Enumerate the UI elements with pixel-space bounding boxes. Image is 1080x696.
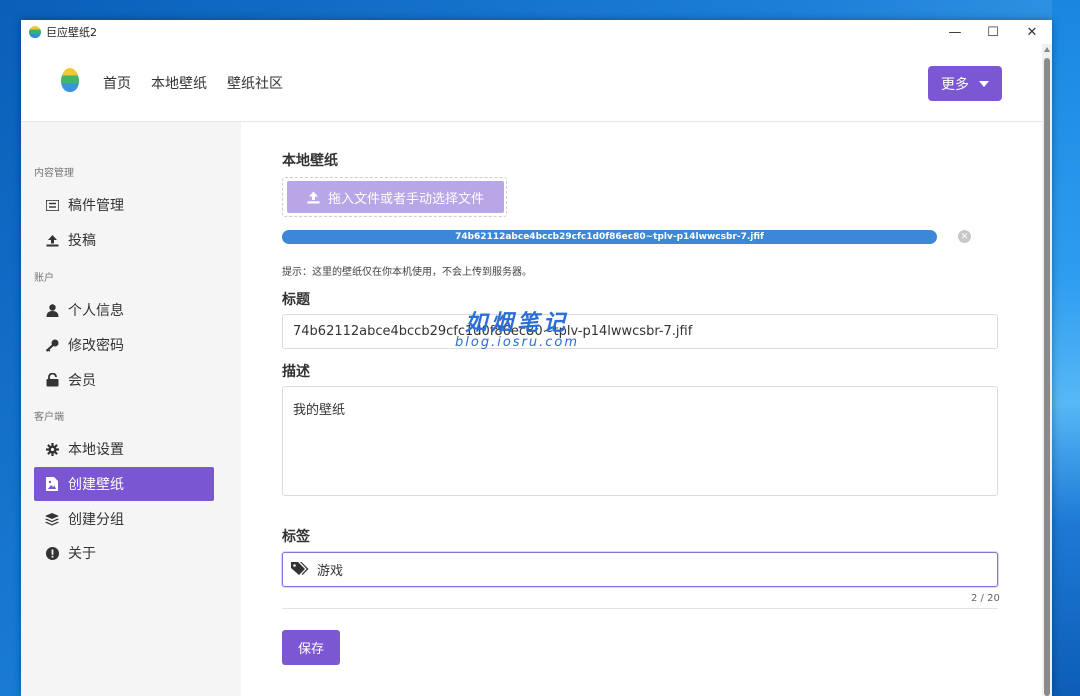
- tags-label: 标签: [282, 529, 310, 545]
- sidebar-item-create-wallpaper[interactable]: 创建壁纸: [34, 467, 214, 501]
- sidebar-item-submit[interactable]: 投稿: [34, 223, 214, 257]
- sidebar-item-label: 修改密码: [68, 338, 124, 354]
- sidebar-item-label: 稿件管理: [68, 198, 124, 214]
- title-bar: 巨应壁纸2 — ☐ ✕: [21, 20, 1052, 44]
- local-only-hint: 提示：这里的壁纸仅在你本机使用，不会上传到服务器。: [282, 267, 532, 278]
- title-label: 标题: [282, 292, 310, 308]
- sidebar-item-local-settings[interactable]: 本地设置: [34, 432, 214, 466]
- upload-dropzone[interactable]: 拖入文件或者手动选择文件: [282, 177, 507, 217]
- remove-file-button[interactable]: ✕: [958, 230, 971, 243]
- tags-icon: [291, 561, 311, 579]
- title-input[interactable]: 74b62112abce4bccb29cfc1d0f86ec80~tplv-p1…: [282, 314, 998, 349]
- local-wallpaper-label: 本地壁纸: [282, 153, 338, 169]
- upload-button-label: 拖入文件或者手动选择文件: [327, 191, 484, 207]
- sidebar-item-label: 关于: [68, 546, 96, 562]
- image-file-icon: [45, 477, 59, 491]
- scroll-up-arrow-icon[interactable]: [1044, 47, 1050, 52]
- sidebar-item-label: 本地设置: [68, 442, 124, 458]
- unlock-icon: [45, 373, 59, 387]
- tags-input[interactable]: 游戏: [282, 552, 998, 587]
- sidebar-group-account: 账户: [34, 273, 54, 284]
- upload-icon: [307, 191, 320, 203]
- app-header: 首页 本地壁纸 壁纸社区 更多: [21, 44, 1042, 122]
- upload-icon: [45, 233, 59, 247]
- sidebar-item-manuscripts[interactable]: 稿件管理: [34, 188, 214, 222]
- sidebar-item-change-password[interactable]: 修改密码: [34, 328, 214, 362]
- tags-value: 游戏: [317, 564, 344, 579]
- description-label: 描述: [282, 364, 310, 380]
- layers-icon: [45, 512, 59, 526]
- upload-progress-bar: 74b62112abce4bccb29cfc1d0f86ec80~tplv-p1…: [282, 230, 937, 244]
- description-textarea[interactable]: 我的壁纸: [282, 386, 998, 496]
- list-icon: [45, 198, 59, 212]
- sidebar-item-label: 创建壁纸: [68, 477, 124, 493]
- watermark: 如烟笔记 blog.iosru.com: [455, 305, 579, 350]
- tag-counter: 2 / 20: [971, 593, 1000, 604]
- sidebar-item-label: 会员: [68, 373, 96, 389]
- close-button[interactable]: ✕: [1012, 20, 1052, 44]
- sidebar-item-create-group[interactable]: 创建分组: [34, 502, 214, 536]
- window-title: 巨应壁纸2: [46, 26, 97, 39]
- scrollbar[interactable]: [1042, 44, 1052, 696]
- close-icon: ✕: [960, 231, 969, 242]
- gear-icon: [45, 442, 59, 456]
- sidebar-item-label: 投稿: [68, 233, 96, 249]
- watermark-title: 如烟笔记: [465, 311, 570, 336]
- more-button[interactable]: 更多: [928, 66, 1002, 101]
- scroll-thumb[interactable]: [1044, 58, 1050, 696]
- nav-wallpaper-community[interactable]: 壁纸社区: [227, 73, 283, 93]
- divider: [282, 608, 998, 609]
- nav-local-wallpaper[interactable]: 本地壁纸: [151, 73, 207, 93]
- app-logo: [61, 68, 79, 92]
- uploaded-file-name: 74b62112abce4bccb29cfc1d0f86ec80~tplv-p1…: [455, 232, 764, 242]
- sidebar-item-label: 个人信息: [68, 303, 124, 319]
- sidebar-item-membership[interactable]: 会员: [34, 363, 214, 397]
- minimize-button[interactable]: —: [935, 20, 975, 44]
- sidebar-item-profile[interactable]: 个人信息: [34, 293, 214, 327]
- more-button-label: 更多: [941, 76, 969, 93]
- maximize-button[interactable]: ☐: [973, 20, 1013, 44]
- caret-down-icon: [979, 80, 989, 87]
- sidebar-group-client: 客户端: [34, 412, 64, 423]
- sidebar-item-about[interactable]: 关于: [34, 536, 214, 570]
- info-icon: [45, 546, 59, 560]
- sidebar: 内容管理 稿件管理 投稿 账户 个人信息 修改密码 会员 客户端 本地设置 创建…: [21, 122, 241, 696]
- key-icon: [45, 338, 59, 352]
- create-wallpaper-form: 本地壁纸 拖入文件或者手动选择文件 74b62112abce4bccb29cfc…: [241, 122, 1042, 696]
- watermark-subtitle: blog.iosru.com: [455, 335, 580, 350]
- upload-button[interactable]: 拖入文件或者手动选择文件: [287, 181, 504, 213]
- desktop-background: [1052, 0, 1080, 696]
- app-window: 巨应壁纸2 — ☐ ✕ 首页 本地壁纸 壁纸社区 更多 内容管理 稿件管理 投稿…: [21, 20, 1052, 696]
- save-button[interactable]: 保存: [282, 630, 340, 665]
- sidebar-group-content: 内容管理: [34, 168, 74, 179]
- app-icon: [29, 26, 41, 38]
- nav-home[interactable]: 首页: [103, 73, 131, 93]
- user-icon: [45, 303, 59, 317]
- sidebar-item-label: 创建分组: [68, 512, 124, 528]
